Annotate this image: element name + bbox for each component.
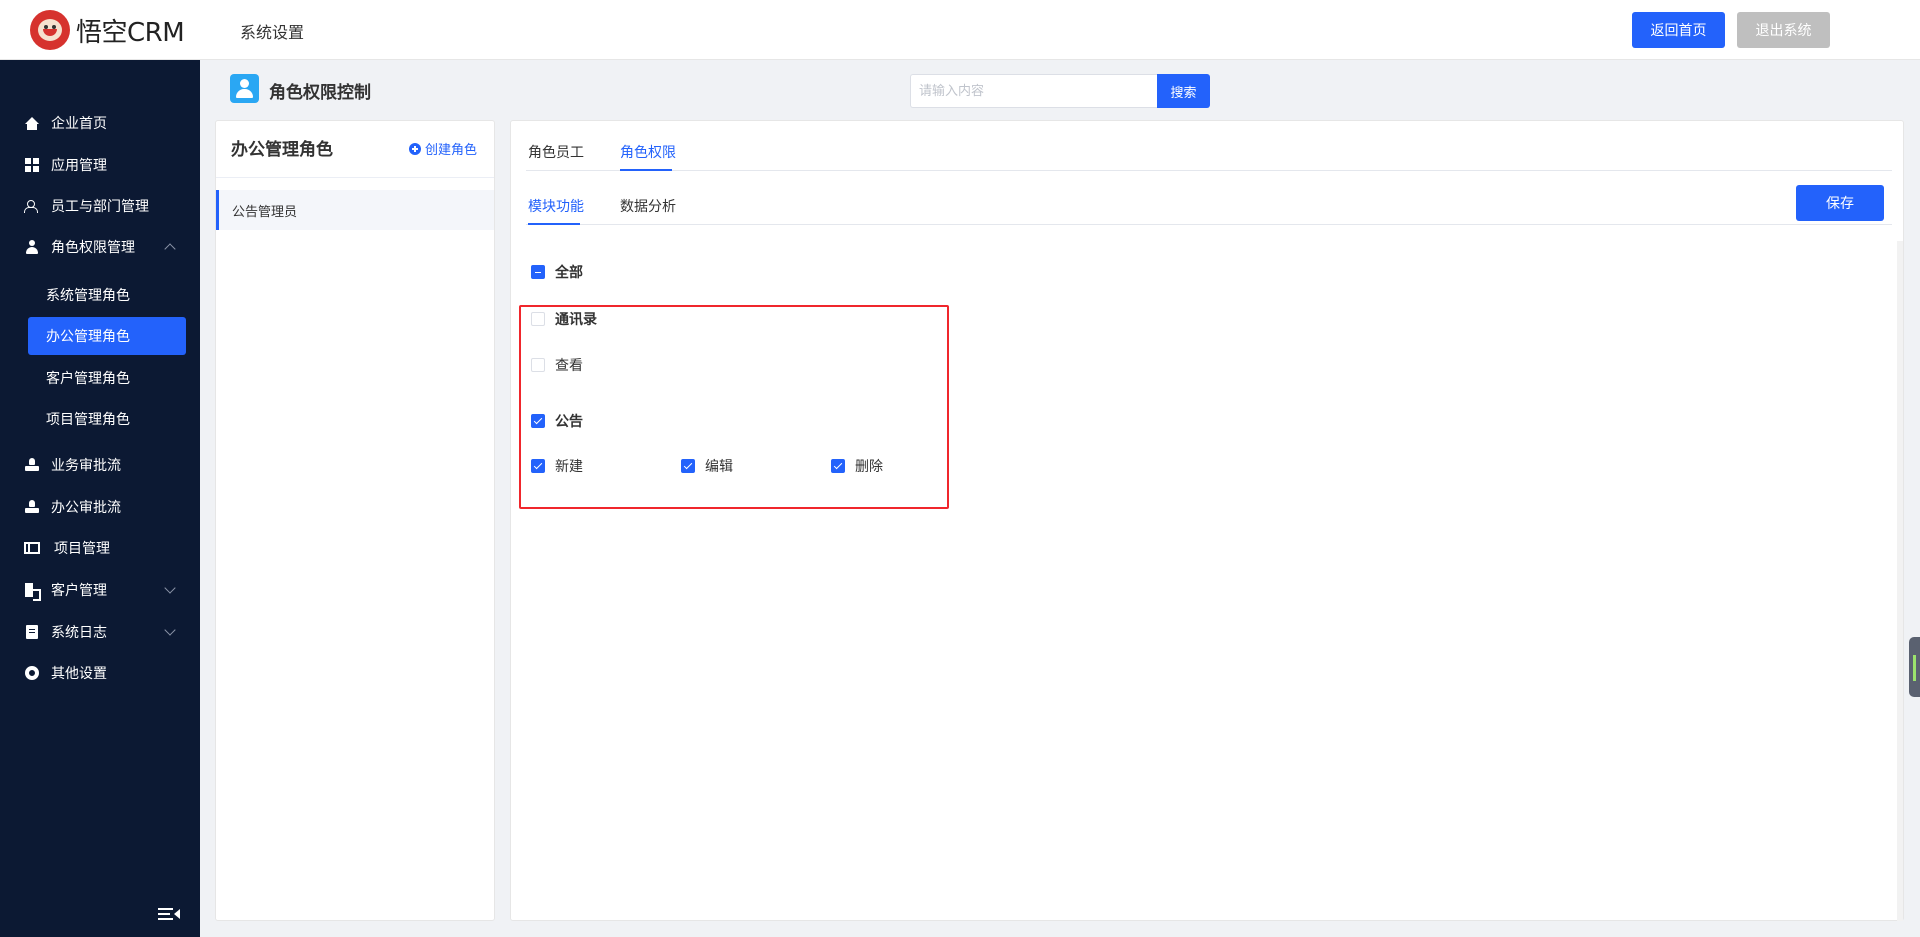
chevron-down-icon <box>164 624 176 636</box>
role-permission-icon <box>230 74 259 103</box>
sidebar-item-apps[interactable]: 应用管理 <box>0 145 200 185</box>
tab-module-functions[interactable]: 模块功能 <box>528 196 584 216</box>
return-home-button[interactable]: 返回首页 <box>1632 12 1725 48</box>
sidebar-subitem-label: 项目管理角色 <box>46 412 130 428</box>
create-role-label: 创建角色 <box>425 143 478 158</box>
grid-icon <box>24 157 40 173</box>
tab-data-analysis[interactable]: 数据分析 <box>620 196 676 216</box>
sidebar-item-label: 系统日志 <box>51 625 107 641</box>
sidebar-subitem-system-roles[interactable]: 系统管理角色 <box>28 276 186 314</box>
stamp-icon <box>24 457 40 473</box>
sidebar-item-label: 办公审批流 <box>51 500 121 516</box>
active-subtab-indicator <box>528 223 580 225</box>
gear-icon <box>23 665 41 681</box>
role-panel-title: 办公管理角色 <box>231 140 333 160</box>
checkbox-indeterminate-icon <box>531 265 545 279</box>
logo-text: 悟空CRM <box>76 17 185 48</box>
sidebar-item-office-approval[interactable]: 办公审批流 <box>0 487 200 527</box>
permission-content-panel: 角色员工 角色权限 模块功能 数据分析 保存 <box>510 120 1904 921</box>
chevron-down-icon <box>164 582 176 594</box>
checkbox-label: 全部 <box>555 265 583 281</box>
users-icon <box>24 198 40 214</box>
sidebar-subitem-label: 办公管理角色 <box>46 329 130 345</box>
divider <box>216 177 494 178</box>
top-header: 悟空CRM 系统设置 返回首页 退出系统 <box>0 0 1920 60</box>
highlight-annotation-box <box>519 305 949 509</box>
logo[interactable]: 悟空CRM <box>30 10 185 50</box>
search-input[interactable] <box>910 74 1157 108</box>
active-tab-indicator <box>620 169 672 171</box>
home-icon <box>24 115 40 131</box>
header-title: 系统设置 <box>240 23 305 42</box>
logout-button[interactable]: 退出系统 <box>1737 12 1830 48</box>
project-icon <box>24 540 40 556</box>
menu-collapse-icon[interactable] <box>158 906 180 922</box>
sidebar-subitem-project-roles[interactable]: 项目管理角色 <box>28 400 186 438</box>
sidebar-item-projects[interactable]: 项目管理 <box>0 528 200 568</box>
search-button[interactable]: 搜索 <box>1157 74 1210 108</box>
page-title: 角色权限控制 <box>269 83 371 103</box>
sidebar-item-role-permissions[interactable]: 角色权限管理 <box>0 227 200 267</box>
sidebar-item-label: 业务审批流 <box>51 458 121 474</box>
sidebar-subitem-customer-roles[interactable]: 客户管理角色 <box>28 359 186 397</box>
stamp-icon <box>24 499 40 515</box>
sidebar-item-label: 角色权限管理 <box>51 240 135 256</box>
sidebar-item-label: 员工与部门管理 <box>51 199 149 215</box>
sidebar-item-staff-departments[interactable]: 员工与部门管理 <box>0 186 200 226</box>
tab-divider <box>526 170 1892 171</box>
subtab-divider <box>526 224 1892 225</box>
sidebar-subitem-label: 客户管理角色 <box>46 371 130 387</box>
user-icon <box>24 239 40 255</box>
sidebar-item-label: 项目管理 <box>54 541 110 557</box>
role-item[interactable]: 公告管理员 <box>216 190 494 230</box>
sidebar-item-label: 客户管理 <box>51 583 107 599</box>
sidebar-item-label: 应用管理 <box>51 158 107 174</box>
sidebar-item-label: 其他设置 <box>51 666 107 682</box>
tab-role-permissions[interactable]: 角色权限 <box>620 142 676 162</box>
checkbox-all[interactable]: 全部 <box>531 262 583 282</box>
plus-circle-icon <box>409 142 421 155</box>
sidebar-item-home[interactable]: 企业首页 <box>0 103 200 143</box>
monkey-logo-icon <box>30 10 70 50</box>
save-button[interactable]: 保存 <box>1796 185 1884 221</box>
scrollbar[interactable] <box>1897 241 1903 921</box>
clipboard-icon <box>24 624 40 640</box>
sidebar-item-label: 企业首页 <box>51 116 107 132</box>
chevron-up-icon <box>164 243 176 255</box>
tab-role-staff[interactable]: 角色员工 <box>528 142 584 162</box>
building-icon <box>24 582 41 601</box>
sidebar-item-other-settings[interactable]: 其他设置 <box>0 653 200 693</box>
create-role-button[interactable]: 创建角色 <box>409 139 477 158</box>
sidebar-subitem-office-roles[interactable]: 办公管理角色 <box>28 317 186 355</box>
sidebar-item-customers[interactable]: 客户管理 <box>0 570 200 610</box>
sidebar-subitem-label: 系统管理角色 <box>46 288 130 304</box>
sidebar-item-system-logs[interactable]: 系统日志 <box>0 612 200 652</box>
sidebar-item-business-approval[interactable]: 业务审批流 <box>0 445 200 485</box>
floating-side-widget[interactable] <box>1909 637 1920 697</box>
sidebar: 企业首页 应用管理 员工与部门管理 角色权限管理 系统管理角色 办公管理角色 客… <box>0 60 200 937</box>
role-list-panel: 办公管理角色 创建角色 公告管理员 <box>215 120 495 921</box>
